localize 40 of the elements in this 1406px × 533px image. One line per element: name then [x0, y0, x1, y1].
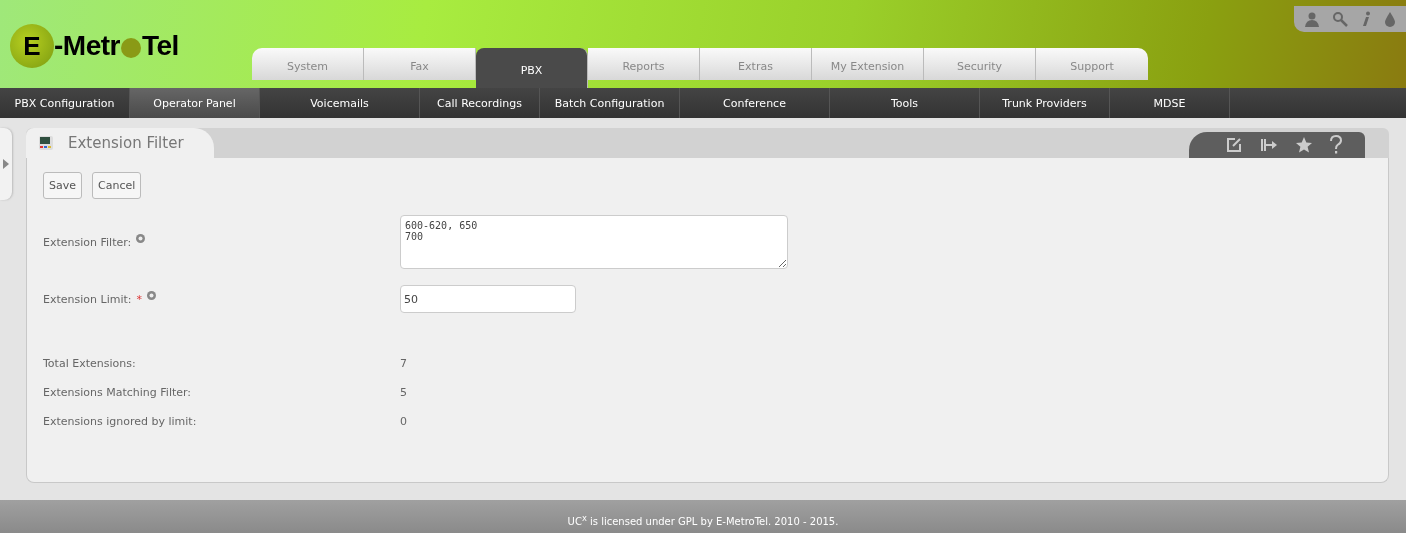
logo-text: Tel	[141, 30, 179, 62]
field-label: Extension Filter:	[43, 235, 132, 249]
export-icon[interactable]	[1259, 136, 1279, 154]
stat-value: 5	[400, 386, 407, 399]
stat-label: Extensions ignored by limit:	[43, 415, 198, 428]
stat-value: 7	[400, 357, 407, 370]
star-icon[interactable]	[1295, 136, 1313, 154]
info-icon[interactable]	[1360, 11, 1372, 27]
logo-text: -Metr	[54, 30, 120, 62]
user-icon[interactable]	[1304, 11, 1320, 27]
submenu-item[interactable]: Trunk Providers	[980, 88, 1110, 118]
help-icon[interactable]	[136, 233, 146, 243]
submenu-item[interactable]: Voicemails	[260, 88, 420, 118]
drop-icon[interactable]	[1384, 11, 1396, 27]
help-icon[interactable]	[1329, 135, 1343, 155]
submenu-item[interactable]: Tools	[830, 88, 980, 118]
stat-value: 0	[400, 415, 407, 428]
module-icon	[38, 135, 54, 151]
filter-textarea[interactable]: 600-620, 650 700	[400, 215, 788, 269]
stat-label: Total Extensions:	[43, 357, 137, 370]
submenu-item[interactable]: Conference	[680, 88, 830, 118]
logo-initial: E	[10, 24, 54, 68]
sidebar-handle[interactable]	[0, 128, 12, 200]
panel-title: Extension Filter	[68, 134, 184, 152]
limit-input[interactable]: 50	[400, 285, 576, 313]
search-icon[interactable]	[1332, 11, 1348, 27]
submenu-item[interactable]: MDSE	[1110, 88, 1230, 118]
required-marker: *	[136, 292, 142, 306]
submenu-item[interactable]: Operator Panel	[130, 88, 260, 118]
logo-dot-icon	[119, 37, 142, 59]
nav-tab[interactable]: PBX	[476, 48, 588, 88]
submenu-item[interactable]: Batch Configuration	[540, 88, 680, 118]
stat-label: Extensions Matching Filter:	[43, 386, 193, 399]
footer-text: UC$^{x}$ is licensed under GPL by E-MetroTel. 2010 - 2015.	[567, 512, 839, 527]
save-button[interactable]: Save	[43, 172, 82, 199]
cancel-button[interactable]: Cancel	[92, 172, 142, 199]
help-icon[interactable]	[147, 290, 156, 300]
edit-icon[interactable]	[1225, 136, 1243, 154]
submenu-item[interactable]: Call Recordings	[420, 88, 540, 118]
field-label: Extension Limit:	[43, 292, 132, 306]
